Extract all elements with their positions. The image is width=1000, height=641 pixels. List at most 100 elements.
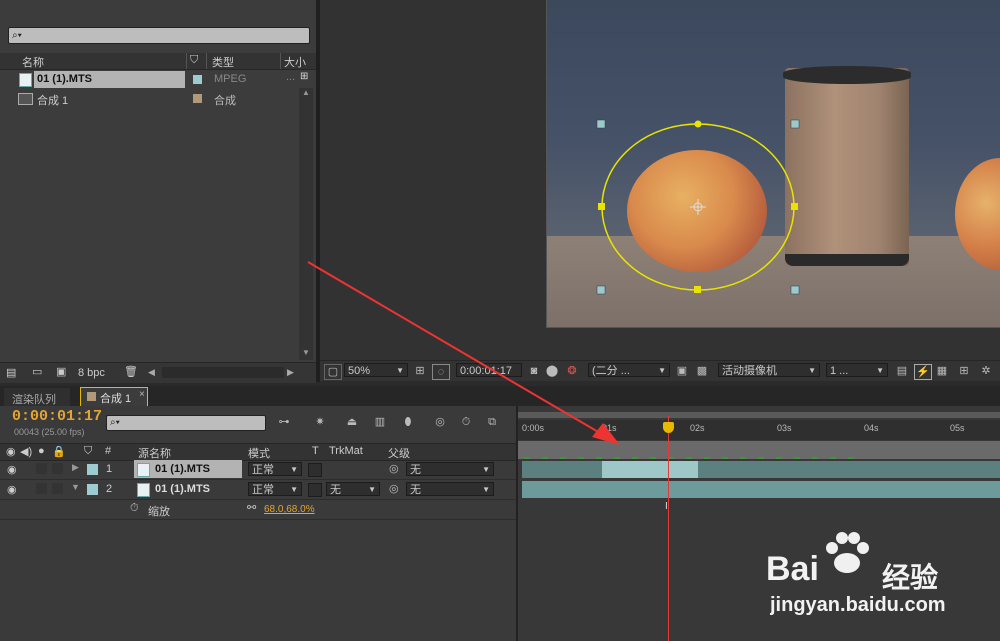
column-mode[interactable]: 模式: [248, 445, 270, 461]
lock-icon[interactable]: 🔒: [52, 445, 66, 458]
column-divider: [186, 53, 187, 69]
exposure-icon[interactable]: ✲: [978, 364, 994, 378]
mask-visibility-icon[interactable]: ◌: [432, 364, 450, 380]
always-preview-icon[interactable]: ▢: [324, 364, 342, 380]
preserve-transparency-checkbox[interactable]: [308, 463, 322, 477]
trash-icon[interactable]: 🗑: [124, 365, 138, 378]
item-type: 合成: [214, 95, 236, 107]
solo-checkbox[interactable]: [36, 483, 47, 494]
scroll-left-icon[interactable]: ◀: [148, 367, 155, 378]
label-color[interactable]: [87, 464, 98, 475]
graph-editor-icon[interactable]: ◎: [432, 415, 448, 429]
playhead-line[interactable]: [668, 416, 669, 641]
timecode-display[interactable]: 0:00:01:17: [456, 363, 522, 377]
current-time-display[interactable]: 0:00:01:17: [12, 408, 102, 425]
timeline-tab-bar: 渲染队列 合成 1 ×: [0, 386, 1000, 406]
mode-dropdown[interactable]: 正常 ▼: [248, 482, 302, 496]
new-folder-icon[interactable]: ▭: [32, 365, 42, 378]
eye-icon[interactable]: ◉: [7, 483, 17, 496]
safe-zones-icon[interactable]: ⊞: [412, 364, 428, 378]
hide-shy-layers-icon[interactable]: ⏏: [344, 415, 360, 429]
scroll-down-icon[interactable]: ▼: [302, 348, 310, 357]
frame-blending-icon[interactable]: ▥: [372, 415, 388, 429]
lock-checkbox[interactable]: [52, 463, 63, 474]
column-source-name[interactable]: 源名称: [138, 445, 171, 461]
comp-mini-flowchart-icon[interactable]: ⊶: [276, 415, 292, 429]
layer-duration-bar[interactable]: [522, 461, 1000, 478]
mask-ellipse-overlay[interactable]: [547, 0, 1000, 327]
region-of-interest-icon[interactable]: ▣: [674, 364, 690, 378]
time-ruler[interactable]: 0:00s 01s 02s 03s 04s 05s: [518, 420, 1000, 440]
solo-icon[interactable]: ●: [38, 445, 45, 457]
brainstorm-icon[interactable]: ⧉: [484, 415, 500, 429]
horizontal-scrollbar[interactable]: [162, 367, 284, 378]
column-parent[interactable]: 父级: [388, 445, 410, 461]
close-icon[interactable]: ×: [139, 389, 145, 400]
timeline-search-input[interactable]: ⌕▾: [106, 415, 266, 431]
tab-render-queue[interactable]: 渲染队列: [4, 388, 70, 406]
expand-arrow-icon[interactable]: ▶: [72, 462, 79, 473]
eye-icon[interactable]: ◉: [6, 445, 16, 458]
project-search-input[interactable]: ⌕▾: [8, 27, 310, 44]
project-item[interactable]: 01 (1).MTS MPEG ...: [0, 71, 298, 89]
scroll-up-icon[interactable]: ▲: [302, 88, 310, 97]
bpc-label[interactable]: 8 bpc: [78, 367, 105, 379]
label-color[interactable]: [193, 94, 202, 103]
label-color[interactable]: [193, 75, 202, 84]
motion-blur-icon[interactable]: ⬮: [400, 415, 416, 429]
toggle-pixel-aspect-icon[interactable]: ▤: [894, 364, 910, 378]
column-name[interactable]: 名称: [22, 54, 44, 70]
label-tag-icon[interactable]: ⛉: [84, 445, 92, 458]
project-item[interactable]: 合成 1 合成: [0, 90, 298, 108]
fast-previews-icon[interactable]: ⚡: [914, 364, 932, 380]
lock-checkbox[interactable]: [52, 483, 63, 494]
color-channels-icon[interactable]: ❂: [564, 364, 580, 378]
stopwatch-icon[interactable]: ⏱: [458, 415, 474, 429]
timeline-icon[interactable]: ▦: [934, 364, 950, 378]
view-layout-dropdown[interactable]: 1 ... ▼: [826, 363, 888, 377]
parent-dropdown[interactable]: 无 ▼: [406, 462, 494, 476]
transparency-grid-icon[interactable]: ▩: [694, 364, 710, 378]
audio-icon[interactable]: ◀): [20, 445, 32, 458]
snapshot-icon[interactable]: ◙: [526, 364, 542, 378]
trkmat-dropdown[interactable]: 无 ▼: [326, 482, 380, 496]
mode-dropdown[interactable]: 正常 ▼: [248, 462, 302, 476]
label-color[interactable]: [87, 484, 98, 495]
scroll-right-icon[interactable]: ▶: [287, 367, 294, 378]
draft-3d-icon[interactable]: ✷: [312, 415, 328, 429]
layer-duration-bar[interactable]: [522, 481, 1000, 498]
flowchart-icon[interactable]: ⊞: [956, 364, 972, 378]
column-size[interactable]: 大小: [284, 54, 306, 70]
pick-whip-icon[interactable]: ◎: [389, 482, 399, 495]
pick-whip-icon[interactable]: ◎: [389, 462, 399, 475]
eye-icon[interactable]: ◉: [7, 463, 17, 476]
property-value[interactable]: 68.0,68.0%: [264, 504, 315, 515]
show-snapshot-icon[interactable]: ⬤: [544, 364, 560, 378]
parent-dropdown[interactable]: 无 ▼: [406, 482, 494, 496]
column-type[interactable]: 类型: [212, 54, 234, 70]
stopwatch-icon[interactable]: ⏱: [130, 502, 139, 515]
label-tag-icon[interactable]: ⛉: [190, 54, 198, 67]
resolution-dropdown[interactable]: (二分 ... ▼: [588, 363, 670, 377]
column-trkmat[interactable]: TrkMat: [329, 445, 363, 457]
preserve-transparency-checkbox[interactable]: [308, 483, 322, 497]
new-composition-icon[interactable]: ▣: [56, 365, 66, 378]
layer-row[interactable]: ◉ ▶ 1 01 (1).MTS 正常 ▼ ◎ 无 ▼: [0, 460, 516, 480]
flowchart-icon[interactable]: ⊞: [300, 71, 308, 82]
playhead-head-icon[interactable]: [663, 422, 674, 433]
constrain-proportions-icon[interactable]: ⚯: [247, 501, 256, 514]
interpret-footage-icon[interactable]: ▤: [6, 366, 16, 379]
composition-frame[interactable]: [546, 0, 1000, 328]
layer-duration-bar-highlight[interactable]: [602, 461, 698, 478]
camera-dropdown[interactable]: 活动摄像机 ▼: [718, 363, 820, 377]
collapse-arrow-icon[interactable]: ▼: [71, 482, 80, 492]
work-area-bar[interactable]: [518, 412, 1000, 418]
view-layout-value: 1 ...: [830, 365, 849, 377]
project-scrollbar[interactable]: ▲ ▼: [299, 88, 313, 360]
chevron-down-icon: ▼: [876, 366, 884, 375]
tab-composition-1[interactable]: 合成 1 ×: [80, 387, 148, 406]
solo-checkbox[interactable]: [36, 463, 47, 474]
zoom-dropdown[interactable]: 50% ▼: [344, 363, 408, 377]
property-row[interactable]: ⏱ 缩放 ⚯ 68.0,68.0%: [0, 500, 516, 520]
layer-row[interactable]: ◉ ▼ 2 01 (1).MTS 正常 ▼ 无 ▼ ◎ 无 ▼: [0, 480, 516, 500]
